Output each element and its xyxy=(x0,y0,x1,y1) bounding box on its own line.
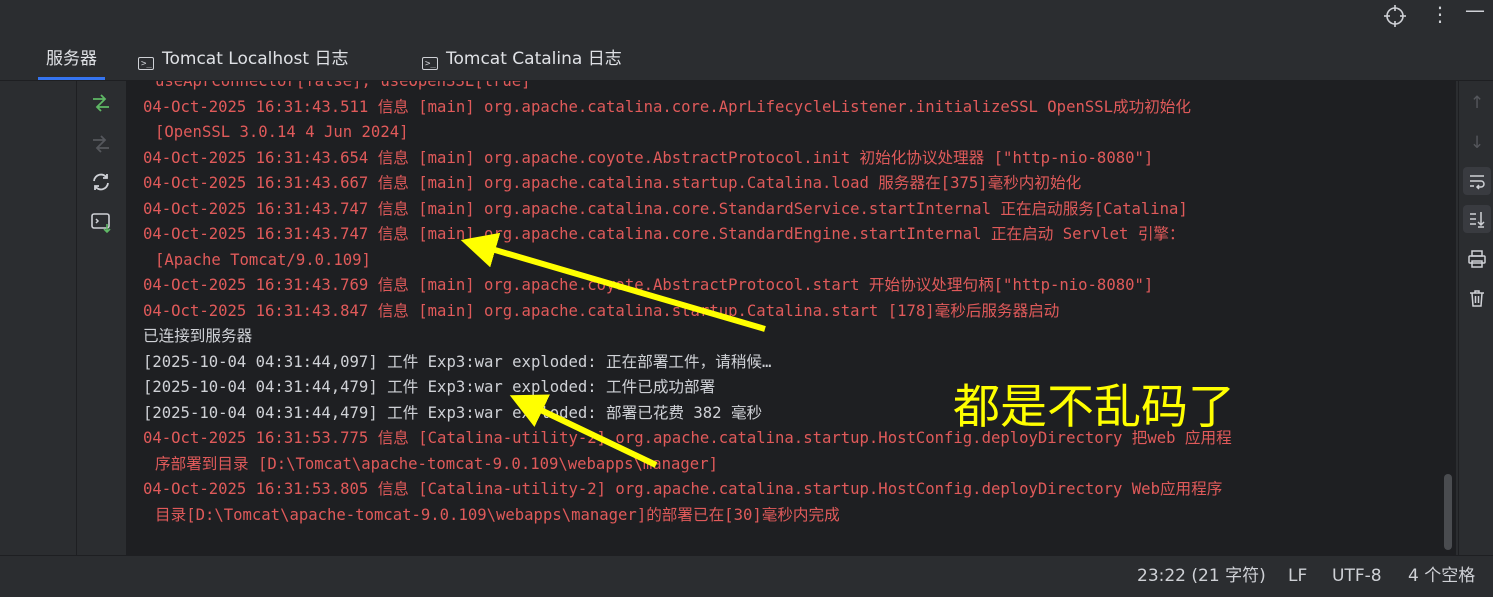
log-line: 04-Oct-2025 16:31:53.805 信息 [Catalina-ut… xyxy=(143,480,1223,498)
log-line: 04-Oct-2025 16:31:43.747 信息 [main] org.a… xyxy=(143,225,1185,243)
caret-position[interactable]: 23:22 (21 字符) xyxy=(1137,556,1266,597)
log-line: 04-Oct-2025 16:31:43.747 信息 [main] org.a… xyxy=(143,199,1188,218)
console-right-toolbar: ↑ ↓ xyxy=(1458,81,1493,555)
deploy-arrows-icon[interactable] xyxy=(89,91,113,115)
refresh-icon[interactable] xyxy=(89,170,113,194)
services-tree-panel xyxy=(0,81,77,555)
log-line: 04-Oct-2025 16:31:43.847 信息 [main] org.a… xyxy=(143,301,1060,320)
more-vertical-icon[interactable]: ⋮ xyxy=(1430,4,1450,24)
window-top-strip: ⋮ — xyxy=(0,0,1493,38)
log-line: 04-Oct-2025 16:31:43.654 信息 [main] org.a… xyxy=(143,148,1154,167)
log-line: [2025-10-04 04:31:44,097] 工件 Exp3:war ex… xyxy=(143,352,772,371)
print-icon[interactable] xyxy=(1463,245,1491,273)
minimize-icon[interactable]: — xyxy=(1465,0,1485,20)
tab-label: 服务器 xyxy=(46,49,97,69)
console-output[interactable]: useAprConnector[false], useOpenSSL[true]… xyxy=(126,81,1442,555)
tool-window-tabbar: ⋮ 服务器 >_Tomcat Localhost 日志 >_Tomcat Cat… xyxy=(0,38,1493,105)
log-line: useAprConnector[false], useOpenSSL[true] xyxy=(155,81,531,90)
redeploy-disabled-icon xyxy=(89,132,113,156)
soft-wrap-icon[interactable] xyxy=(1463,167,1491,195)
log-line: 已连接到服务器 xyxy=(143,327,253,345)
file-encoding[interactable]: UTF-8 xyxy=(1332,556,1382,597)
scroll-to-end-icon[interactable] xyxy=(1463,205,1491,233)
log-line: 目录[D:\Tomcat\apache-tomcat-9.0.109\webap… xyxy=(155,505,840,524)
terminal-icon: >_ xyxy=(138,57,154,70)
tab-label: Tomcat Localhost 日志 xyxy=(162,49,349,69)
tab-label: Tomcat Catalina 日志 xyxy=(446,49,622,69)
log-line: 04-Oct-2025 16:31:43.667 信息 [main] org.a… xyxy=(143,174,1082,192)
line-ending[interactable]: LF xyxy=(1288,556,1307,597)
indent-setting[interactable]: 4 个空格 xyxy=(1408,556,1475,597)
console-scrollbar-thumb[interactable] xyxy=(1444,474,1452,550)
terminal-download-icon[interactable] xyxy=(89,210,113,234)
scroll-up-icon[interactable]: ↑ xyxy=(1463,89,1491,117)
crosshair-icon[interactable] xyxy=(1383,4,1407,31)
status-bar: 23:22 (21 字符) LF UTF-8 4 个空格 xyxy=(0,555,1493,597)
tab-tomcat-localhost-log[interactable]: >_ Tomcat Localhost 日志 xyxy=(138,38,348,80)
log-line: 04-Oct-2025 16:31:43.511 信息 [main] org.a… xyxy=(143,97,1191,116)
trash-icon[interactable] xyxy=(1463,284,1491,312)
log-line: [OpenSSL 3.0.14 4 Jun 2024] xyxy=(155,123,409,141)
log-line: [Apache Tomcat/9.0.109] xyxy=(155,250,371,269)
log-line: 序部署到目录 [D:\Tomcat\apache-tomcat-9.0.109\… xyxy=(155,454,718,473)
scroll-down-icon[interactable]: ↓ xyxy=(1463,129,1491,157)
log-line: 04-Oct-2025 16:31:43.769 信息 [main] org.a… xyxy=(143,276,1154,294)
tab-tomcat-catalina-log[interactable]: >_ Tomcat Catalina 日志 xyxy=(422,38,622,80)
terminal-icon: >_ xyxy=(422,57,438,70)
annotation-text: 都是不乱码了 xyxy=(953,380,1235,435)
tab-server[interactable]: 服务器 xyxy=(38,38,105,80)
console-action-bar xyxy=(77,81,125,555)
log-lines: useAprConnector[false], useOpenSSL[true]… xyxy=(143,81,1232,528)
